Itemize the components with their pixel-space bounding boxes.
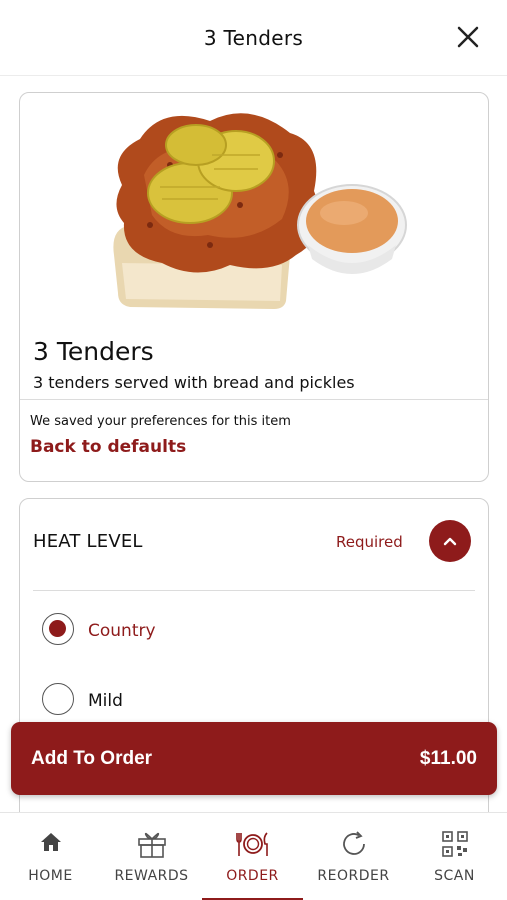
tab-label: SCAN: [434, 868, 475, 884]
tab-label: REWARDS: [114, 868, 189, 884]
home-icon: [40, 833, 61, 851]
item-name: 3 Tenders: [33, 337, 154, 366]
tab-rewards[interactable]: REWARDS: [101, 813, 202, 900]
item-card: 3 Tenders 3 tenders served with bread an…: [19, 92, 489, 482]
option-label: Mild: [88, 691, 123, 711]
divider: [20, 399, 488, 400]
saved-preferences-note: We saved your preferences for this item: [30, 414, 291, 429]
tab-reorder[interactable]: REORDER: [303, 813, 404, 900]
tab-scan[interactable]: SCAN: [404, 813, 505, 900]
radio-button-selected[interactable]: [42, 613, 74, 645]
gift-icon: [137, 832, 166, 858]
heat-level-title: HEAT LEVEL: [33, 531, 143, 552]
bottom-tab-bar: HOME REWARDS ORDER REORDER SCAN: [0, 812, 507, 900]
qr-code-icon: [441, 831, 468, 857]
item-description: 3 tenders served with bread and pickles: [33, 373, 355, 392]
tab-label: ORDER: [226, 868, 279, 884]
plate-utensils-icon: [235, 832, 268, 856]
food-photo: [113, 113, 407, 309]
chevron-up-icon: [443, 537, 457, 546]
page-title: 3 Tenders: [203, 26, 304, 50]
heat-option-mild[interactable]: Mild: [42, 683, 422, 717]
tab-label: REORDER: [317, 868, 390, 884]
order-price: $11.00: [419, 748, 477, 769]
top-bar: 3 Tenders: [0, 0, 507, 76]
collapse-button[interactable]: [429, 520, 471, 562]
reorder-icon: [342, 831, 365, 855]
divider: [33, 590, 475, 591]
option-label: Country: [88, 621, 156, 641]
add-to-order-button[interactable]: Add To Order $11.00: [11, 722, 497, 795]
back-to-defaults-link[interactable]: Back to defaults: [30, 437, 186, 457]
tab-home[interactable]: HOME: [0, 813, 101, 900]
tab-label: HOME: [28, 868, 73, 884]
heat-option-country[interactable]: Country: [42, 613, 422, 647]
tab-order[interactable]: ORDER: [202, 813, 303, 900]
add-to-order-label: Add To Order: [31, 748, 153, 769]
close-icon[interactable]: [455, 24, 481, 50]
radio-button[interactable]: [42, 683, 74, 715]
required-label: Required: [336, 533, 403, 551]
